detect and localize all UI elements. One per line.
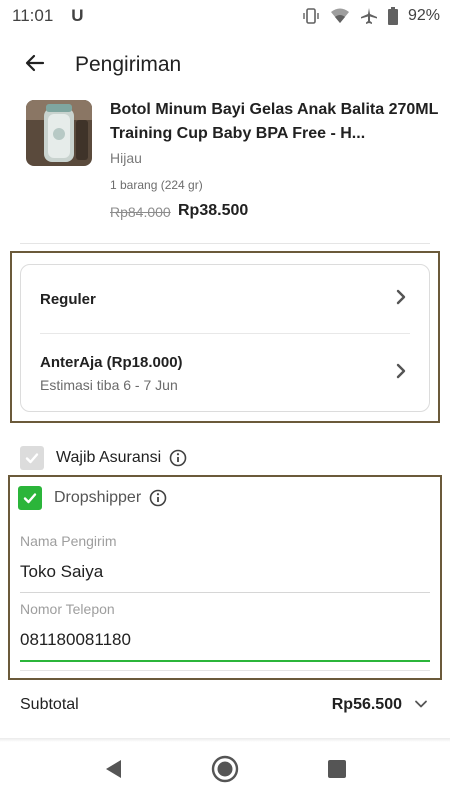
courier-label: AnterAja (Rp18.000): [40, 354, 183, 371]
divider: [20, 243, 430, 244]
product-summary: Botol Minum Bayi Gelas Anak Balita 270ML…: [0, 98, 450, 240]
dropshipper-row: Dropshipper: [18, 486, 167, 510]
info-icon[interactable]: [169, 449, 187, 467]
sender-name-input[interactable]: Toko Saiya: [20, 562, 430, 582]
battery-icon: [387, 7, 398, 25]
courier-selector[interactable]: AnterAja (Rp18.000) Estimasi tiba 6 - 7 …: [40, 333, 410, 413]
carrier-icon: U: [71, 6, 84, 25]
product-quantity: 1 barang (224 gr): [110, 178, 203, 192]
price-discounted: Rp38.500: [178, 202, 249, 219]
subtotal-value: Rp56.500: [331, 696, 402, 713]
product-variant: Hijau: [110, 150, 142, 166]
delivery-estimate: Estimasi tiba 6 - 7 Jun: [40, 377, 178, 393]
vibrate-icon: [302, 7, 320, 25]
chevron-down-icon: [414, 696, 428, 714]
square-recents-icon: [327, 759, 347, 784]
shipping-service-label: Reguler: [40, 290, 96, 308]
nav-home-button[interactable]: [207, 753, 243, 789]
phone-input[interactable]: 081180081180: [20, 630, 430, 650]
status-bar: 11:01 U 92%: [0, 0, 450, 32]
shipping-card: Reguler AnterAja (Rp18.000) Estimasi tib…: [20, 264, 430, 412]
phone-label: Nomor Telepon: [20, 601, 115, 617]
phone-field[interactable]: Nomor Telepon 081180081180: [20, 601, 430, 662]
dropshipper-label: Dropshipper: [54, 489, 142, 506]
sender-name-field[interactable]: Nama Pengirim Toko Saiya: [20, 533, 430, 593]
insurance-label: Wajib Asuransi: [56, 449, 162, 466]
page-title: Pengiriman: [75, 53, 182, 76]
system-nav-bar: [0, 742, 450, 800]
nav-recents-button[interactable]: [319, 753, 355, 789]
field-underline-active: [20, 660, 430, 662]
price-original: Rp84.000: [110, 204, 171, 220]
product-name: Botol Minum Bayi Gelas Anak Balita 270ML…: [110, 101, 439, 142]
subtotal-label: Subtotal: [20, 696, 79, 713]
status-time: 11:01: [12, 6, 54, 25]
info-icon[interactable]: [149, 489, 167, 507]
dropshipper-checkbox[interactable]: [18, 486, 42, 510]
product-image: [26, 100, 92, 166]
battery-percent: 92%: [407, 7, 440, 24]
app-bar: Pengiriman: [0, 32, 450, 98]
insurance-checkbox[interactable]: [20, 446, 44, 470]
triangle-back-icon: [103, 758, 123, 785]
field-underline: [20, 592, 430, 593]
sender-name-label: Nama Pengirim: [20, 533, 117, 549]
arrow-left-icon: [23, 51, 47, 80]
back-button[interactable]: [11, 41, 59, 89]
shipping-service-selector[interactable]: Reguler: [21, 265, 429, 333]
chevron-right-icon: [395, 362, 407, 385]
airplane-icon: [360, 7, 378, 25]
subtotal-row[interactable]: Subtotal Rp56.500: [0, 686, 450, 724]
circle-home-icon: [211, 755, 239, 788]
nav-back-button[interactable]: [95, 753, 131, 789]
divider: [20, 670, 430, 671]
wifi-icon: [330, 8, 350, 24]
insurance-row: Wajib Asuransi: [20, 446, 187, 470]
chevron-right-icon: [395, 288, 407, 311]
